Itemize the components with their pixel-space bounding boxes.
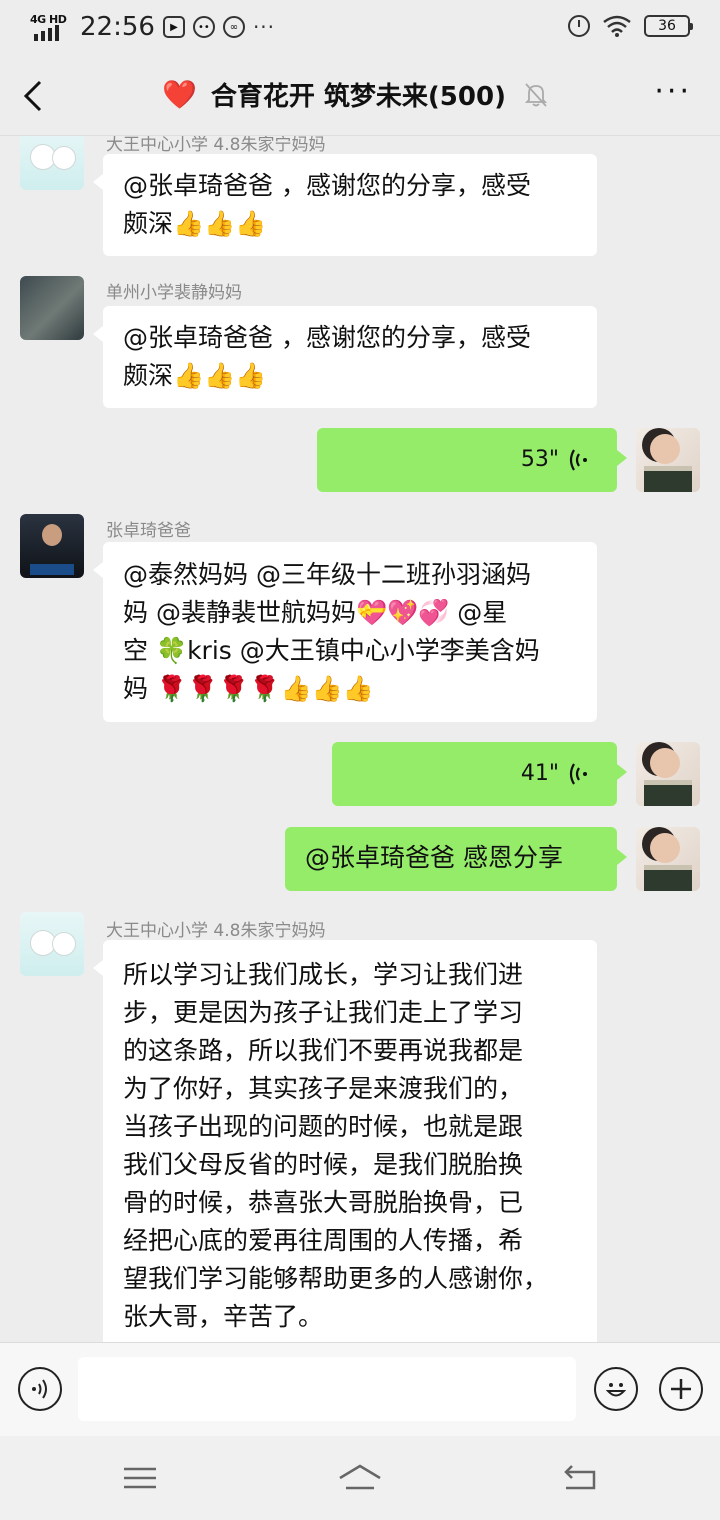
voice-wave-icon <box>569 763 587 785</box>
message-line: 空 🍀kris @大王镇中心小学李美含妈 <box>123 636 540 665</box>
sender-name: 大王中心小学 4.8朱家宁妈妈 <box>106 136 326 155</box>
bot-icon: •• <box>192 16 215 38</box>
my-avatar[interactable] <box>636 742 700 806</box>
message-line: 骨的时候，恭喜张大哥脱胎换骨，已 <box>123 1188 524 1217</box>
message-line: 妈 @裴静裴世航妈妈💝💖💞 @星 <box>123 598 508 627</box>
snowman-avatar[interactable] <box>20 912 84 976</box>
message-bubble[interactable]: @泰然妈妈 @三年级十二班孙羽涵妈 妈 @裴静裴世航妈妈💝💖💞 @星 空 🍀kr… <box>93 542 597 722</box>
chat-header: ❤️ 合育花开 筑梦未来(500) ··· <box>0 56 720 136</box>
input-bar <box>0 1342 720 1436</box>
message-line: 颇深👍👍👍 <box>123 361 267 390</box>
status-time: 22:56 <box>80 12 155 42</box>
message-bubble[interactable]: @张卓琦爸爸 ，感谢您的分享，感受 颇深👍👍👍 <box>93 306 597 408</box>
message-bubble[interactable]: 所以学习让我们成长，学习让我们进 步，更是因为孩子让我们走上了学习 的这条路，所… <box>93 940 597 1342</box>
message-bubble[interactable]: @张卓琦爸爸 ，感谢您的分享，感受 颇深👍👍👍 <box>93 154 597 256</box>
snowman-avatar[interactable] <box>20 136 84 190</box>
cellular-signal-icon: 4G HD <box>30 13 68 41</box>
my-avatar[interactable] <box>636 428 700 492</box>
voice-message-bubble[interactable]: 53" <box>317 428 627 492</box>
message-line: 望我们学习能够帮助更多的人感谢你， <box>123 1264 549 1293</box>
message-line: 当孩子出现的问题的时候，也就是跟 <box>123 1112 524 1141</box>
voice-input-icon <box>32 1379 47 1399</box>
voice-message-bubble[interactable]: 41" <box>332 742 627 806</box>
status-bar: 4G HD 22:56 ▶ •• ∞ ··· 36 <box>0 0 720 56</box>
message-text: @张卓琦爸爸 感恩分享 <box>305 843 563 872</box>
voice-duration: 41" <box>520 761 559 786</box>
message-line: @泰然妈妈 @三年级十二班孙羽涵妈 <box>123 560 531 589</box>
message-line: 经把心底的爱再往周围的人传播，希 <box>123 1226 524 1255</box>
sender-name: 单州小学裴静妈妈 <box>106 283 242 303</box>
message-line: 所以学习让我们成长，学习让我们进 <box>123 960 524 989</box>
home-icon[interactable] <box>336 1460 384 1496</box>
message-list[interactable]: 大王中心小学 4.8朱家宁妈妈 @张卓琦爸爸 ，感谢您的分享，感受 颇深👍👍👍 … <box>0 136 720 1342</box>
message-line: 步，更是因为孩子让我们走上了学习 <box>123 998 524 1027</box>
message-line: 我们父母反省的时候，是我们脱胎换 <box>123 1150 524 1179</box>
more-options-button[interactable]: ··· <box>654 77 692 107</box>
more-dots-icon: ··· <box>252 15 276 39</box>
message-line: @张卓琦爸爸 ，感谢您的分享，感受 <box>123 171 531 200</box>
message-bubble[interactable]: @张卓琦爸爸 感恩分享 <box>285 827 627 891</box>
battery-icon: 36 <box>644 15 693 37</box>
plus-icon <box>671 1379 691 1399</box>
dark-photo-avatar[interactable] <box>20 276 84 340</box>
wifi-icon <box>603 15 631 37</box>
plus-button[interactable] <box>659 1367 703 1411</box>
message-line: 张大哥，辛苦了。 <box>123 1302 324 1331</box>
play-icon: ▶ <box>162 16 185 38</box>
message-line: 的这条路，所以我们不要再说我都是 <box>123 1036 524 1065</box>
back-arrow-icon[interactable] <box>20 78 50 114</box>
message-input[interactable] <box>78 1357 576 1421</box>
menu-icon[interactable] <box>120 1460 160 1496</box>
wechat-icon: ∞ <box>222 16 245 38</box>
sender-name: 张卓琦爸爸 <box>106 521 191 541</box>
group-title[interactable]: 合育花开 筑梦未来(500) <box>211 76 506 113</box>
alarm-icon <box>568 15 590 37</box>
heart-emoji: ❤️ <box>162 77 197 111</box>
message-line: @张卓琦爸爸 ，感谢您的分享，感受 <box>123 323 531 352</box>
message-line: 为了你好，其实孩子是来渡我们的， <box>123 1074 524 1103</box>
back-nav-icon[interactable] <box>560 1460 600 1496</box>
my-avatar[interactable] <box>636 827 700 891</box>
sender-name: 大王中心小学 4.8朱家宁妈妈 <box>106 921 326 941</box>
voice-duration: 53" <box>520 447 559 472</box>
voice-input-button[interactable] <box>18 1367 62 1411</box>
man-suit-avatar[interactable] <box>20 514 84 578</box>
voice-wave-icon <box>569 449 587 471</box>
emoji-button[interactable] <box>594 1367 638 1411</box>
message-line: 妈 🌹🌹🌹🌹👍👍👍 <box>123 674 374 703</box>
system-nav-bar <box>0 1436 720 1520</box>
emoji-icon <box>605 1383 627 1397</box>
message-line: 颇深👍👍👍 <box>123 209 267 238</box>
mute-bell-icon <box>524 82 548 107</box>
